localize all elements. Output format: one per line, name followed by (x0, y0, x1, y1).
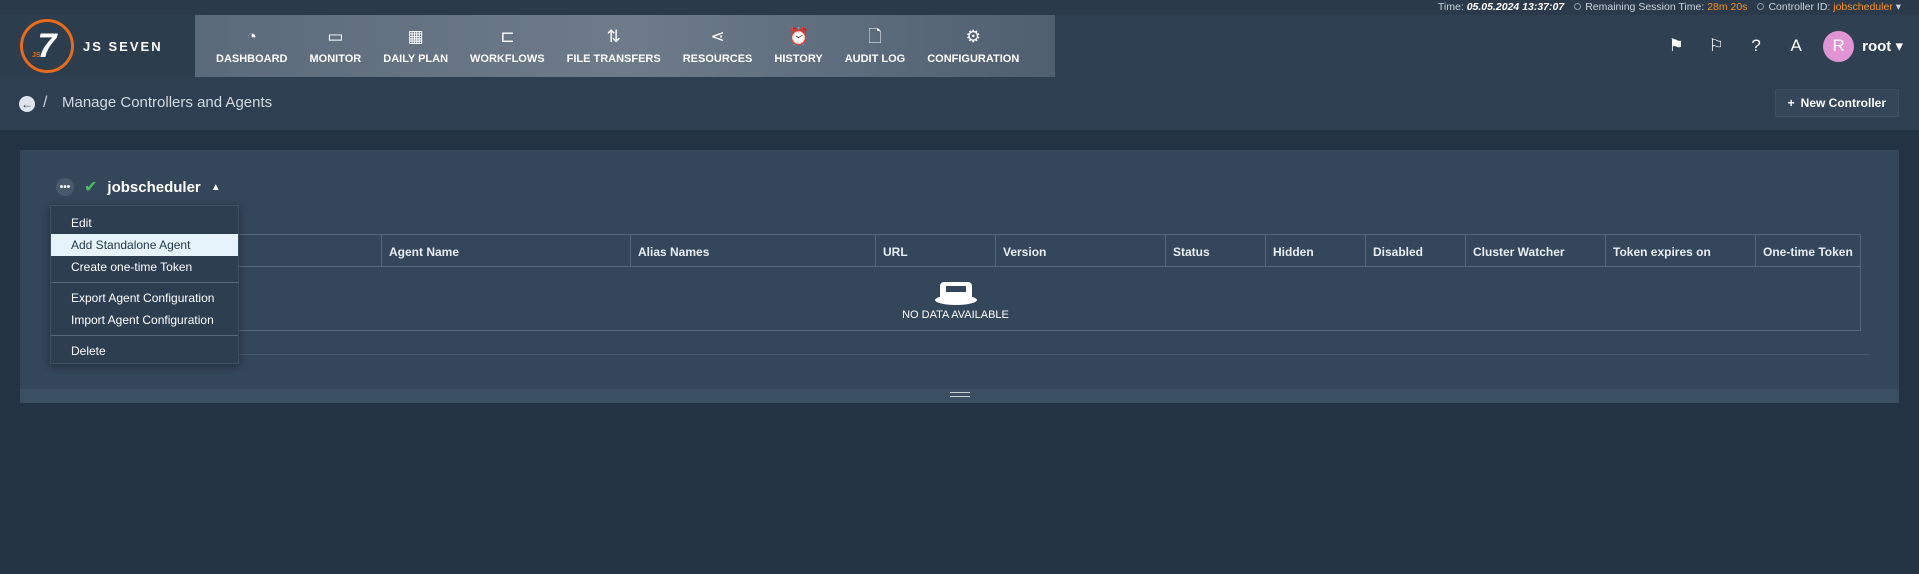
menu-item-add-standalone-agent[interactable]: Add Standalone Agent (51, 234, 238, 256)
grip-icon (949, 392, 970, 397)
nav-daily-plan[interactable]: ▦ DAILY PLAN (372, 15, 459, 77)
plus-icon: + (1787, 96, 1795, 110)
column-header[interactable]: URL (876, 235, 996, 266)
more-options-icon[interactable]: ••• (56, 178, 74, 196)
breadcrumb: ← / Manage Controllers and Agents + New … (0, 77, 1919, 130)
share-icon: ⋖ (710, 26, 725, 46)
calendar-icon: ▦ (407, 26, 424, 46)
column-header[interactable]: Alias Names (631, 235, 876, 266)
nav-resources[interactable]: ⋖ RESOURCES (672, 15, 764, 77)
agents-table: Agent ID Agent Name Alias Names URL Vers… (50, 234, 1861, 331)
column-header[interactable]: Cluster Watcher (1466, 235, 1606, 266)
workflow-icon: ⊏ (500, 26, 515, 46)
menu-item-export-config[interactable]: Export Agent Configuration (51, 287, 238, 309)
column-header[interactable]: Agent Name (382, 235, 631, 266)
empty-inbox-icon (934, 277, 977, 305)
session-info-bar: Time: 05.05.2024 13:37:07 Remaining Sess… (0, 0, 1919, 15)
help-icon[interactable]: ? (1743, 36, 1769, 56)
speedometer-icon: ◔ (246, 26, 257, 46)
controller-id-selector[interactable]: Controller ID: jobscheduler ▾ (1757, 1, 1901, 13)
new-controller-button[interactable]: + New Controller (1774, 89, 1899, 117)
monitor-icon: ▭ (327, 26, 344, 46)
circle-icon (1757, 3, 1765, 10)
menu-divider (51, 335, 238, 336)
avatar[interactable]: R (1823, 30, 1855, 62)
alarm-clock-icon: ⏰ (787, 26, 810, 46)
controller-panel: ••• ✔ jobscheduler ▲ Agent ID Agent Name… (20, 150, 1899, 403)
menu-divider (51, 282, 238, 283)
gears-icon: ⚙ (965, 26, 981, 46)
language-icon[interactable]: A (1783, 36, 1809, 56)
nav-monitor[interactable]: ▭ MONITOR (299, 15, 373, 77)
menu-item-delete[interactable]: Delete (51, 340, 238, 362)
logo[interactable]: 7 JS JS SEVEN (0, 15, 195, 77)
column-header[interactable]: One-time Token (1756, 235, 1860, 266)
controller-actions-menu: Edit Add Standalone Agent Create one-tim… (50, 205, 239, 364)
transfer-icon: ⇅ (606, 26, 621, 46)
nav-configuration[interactable]: ⚙ CONFIGURATION (916, 15, 1030, 77)
session-timer: Remaining Session Time: 28m 20s (1574, 1, 1747, 13)
nav-history[interactable]: ⏰ HISTORY (763, 15, 833, 77)
main-nav: ◔ DASHBOARD ▭ MONITOR ▦ DAILY PLAN ⊏ WORKFLO… (195, 15, 1055, 77)
table-header: Agent ID Agent Name Alias Names URL Vers… (51, 235, 1860, 267)
empty-state-text: NO DATA AVAILABLE (902, 309, 1009, 321)
page-title: Manage Controllers and Agents (62, 94, 273, 111)
user-menu[interactable]: root ▾ (1862, 37, 1903, 55)
column-header[interactable]: Status (1166, 235, 1266, 266)
caret-down-icon: ▾ (1895, 38, 1903, 55)
app-header: 7 JS JS SEVEN ◔ DASHBOARD ▭ MONITOR ▦ DAILY… (0, 15, 1919, 77)
header-actions: ⚑ ⚐ ? A R root ▾ (1663, 15, 1903, 77)
caret-down-icon: ▾ (1895, 1, 1901, 13)
controller-name: jobscheduler (107, 178, 201, 196)
controller-header: ••• ✔ jobscheduler ▲ (56, 177, 221, 197)
flag-icon[interactable]: ⚑ (1663, 36, 1689, 56)
check-icon: ✔ (84, 179, 98, 196)
menu-item-edit[interactable]: Edit (51, 212, 238, 234)
column-header[interactable]: Disabled (1366, 235, 1466, 266)
nav-workflows[interactable]: ⊏ WORKFLOWS (459, 15, 556, 77)
brand-name: JS SEVEN (83, 38, 163, 54)
menu-item-import-config[interactable]: Import Agent Configuration (51, 309, 238, 331)
flag-add-icon[interactable]: ⚐ (1703, 36, 1729, 56)
logo-mark: 7 JS (20, 19, 74, 73)
resize-handle[interactable] (20, 389, 1899, 403)
nav-audit-log[interactable]: 🗋 AUDIT LOG (834, 15, 917, 77)
nav-dashboard[interactable]: ◔ DASHBOARD (205, 15, 299, 77)
divider (50, 354, 1869, 355)
search-document-icon: 🗋 (868, 26, 882, 46)
column-header[interactable]: Hidden (1266, 235, 1366, 266)
column-header[interactable]: Version (996, 235, 1166, 266)
time-display: Time: 05.05.2024 13:37:07 (1437, 1, 1565, 13)
caret-up-icon[interactable]: ▲ (211, 182, 221, 193)
column-header[interactable]: Token expires on (1606, 235, 1756, 266)
circle-icon (1574, 3, 1582, 10)
empty-state: NO DATA AVAILABLE (51, 277, 1860, 321)
breadcrumb-separator: / (43, 94, 48, 111)
menu-item-create-token[interactable]: Create one-time Token (51, 256, 238, 278)
nav-file-transfers[interactable]: ⇅ FILE TRANSFERS (556, 15, 672, 77)
back-arrow-icon[interactable]: ← (19, 96, 35, 112)
